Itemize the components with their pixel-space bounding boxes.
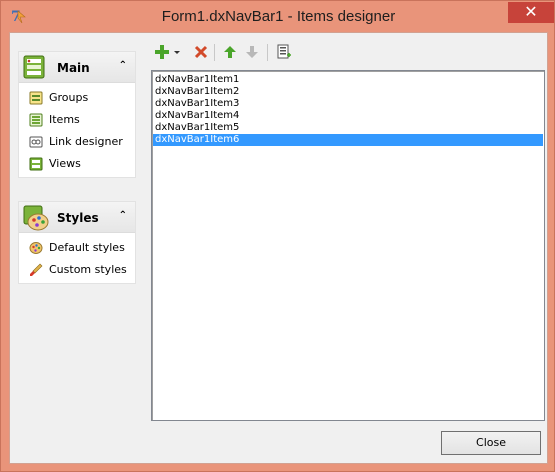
list-item[interactable]: dxNavBar1Item3 — [153, 98, 543, 110]
views-icon — [29, 157, 43, 171]
add-icon[interactable] — [154, 44, 170, 60]
nav-item-label: Custom styles — [49, 263, 127, 276]
add-dropdown-icon[interactable] — [172, 44, 182, 60]
nav-item-label: Items — [49, 113, 80, 126]
nav-group-header-main[interactable]: Main ⌃ — [19, 52, 135, 83]
nav-item-custom-styles[interactable]: Custom styles — [19, 259, 135, 281]
styles-group-icon — [23, 205, 49, 231]
designer-window: 7 Form1.dxNavBar1 - Items designer ✕ Mai… — [0, 0, 555, 472]
collapse-chevron-icon[interactable]: ⌃ — [119, 210, 127, 221]
nav-item-label: Link designer — [49, 135, 123, 148]
nav-group-styles: Styles ⌃ Default styles Custom styles — [18, 201, 136, 284]
nav-group-caption-main: Main — [57, 61, 90, 75]
nav-item-groups[interactable]: Groups — [19, 87, 135, 109]
list-item[interactable]: dxNavBar1Item4 — [153, 110, 543, 122]
nav-item-label: Groups — [49, 91, 89, 104]
main-group-icon — [23, 55, 45, 79]
nav-item-items[interactable]: Items — [19, 109, 135, 131]
link-designer-icon — [29, 136, 43, 148]
delete-icon[interactable] — [193, 44, 209, 60]
window-close-button[interactable]: ✕ — [508, 2, 554, 23]
navbar-panel: Main ⌃ Groups Items Link designer Views … — [14, 37, 155, 424]
window-title: Form1.dxNavBar1 - Items designer — [161, 8, 396, 25]
nav-item-link-designer[interactable]: Link designer — [19, 131, 135, 153]
close-button[interactable]: Close — [441, 431, 541, 455]
toolbar-separator — [267, 44, 268, 61]
title-bar[interactable]: 7 Form1.dxNavBar1 - Items designer ✕ — [1, 1, 555, 32]
groups-icon — [29, 91, 43, 105]
nav-group-main: Main ⌃ Groups Items Link designer Views — [18, 51, 136, 178]
items-icon — [29, 113, 43, 127]
collapse-chevron-icon[interactable]: ⌃ — [119, 60, 127, 71]
nav-item-label: Default styles — [49, 241, 125, 254]
nav-item-views[interactable]: Views — [19, 153, 135, 175]
list-item[interactable]: dxNavBar1Item5 — [153, 122, 543, 134]
move-up-icon[interactable] — [222, 44, 238, 60]
palette-icon — [29, 242, 43, 254]
nav-item-label: Views — [49, 157, 81, 170]
brush-icon — [30, 263, 43, 276]
items-toolbar — [150, 41, 544, 65]
items-listbox[interactable]: dxNavBar1Item1 dxNavBar1Item2 dxNavBar1Ite… — [151, 70, 545, 421]
nav-item-default-styles[interactable]: Default styles — [19, 237, 135, 259]
client-area: Main ⌃ Groups Items Link designer Views … — [9, 32, 548, 464]
toolbar-separator — [214, 44, 215, 61]
list-item[interactable]: dxNavBar1Item2 — [153, 86, 543, 98]
list-item[interactable]: dxNavBar1Item1 — [153, 74, 543, 86]
nav-group-caption-styles: Styles — [57, 211, 99, 225]
move-down-icon[interactable] — [244, 44, 260, 60]
list-item[interactable]: dxNavBar1Item6 — [153, 134, 543, 146]
nav-group-header-styles[interactable]: Styles ⌃ — [19, 202, 135, 233]
select-all-icon[interactable] — [276, 44, 292, 60]
